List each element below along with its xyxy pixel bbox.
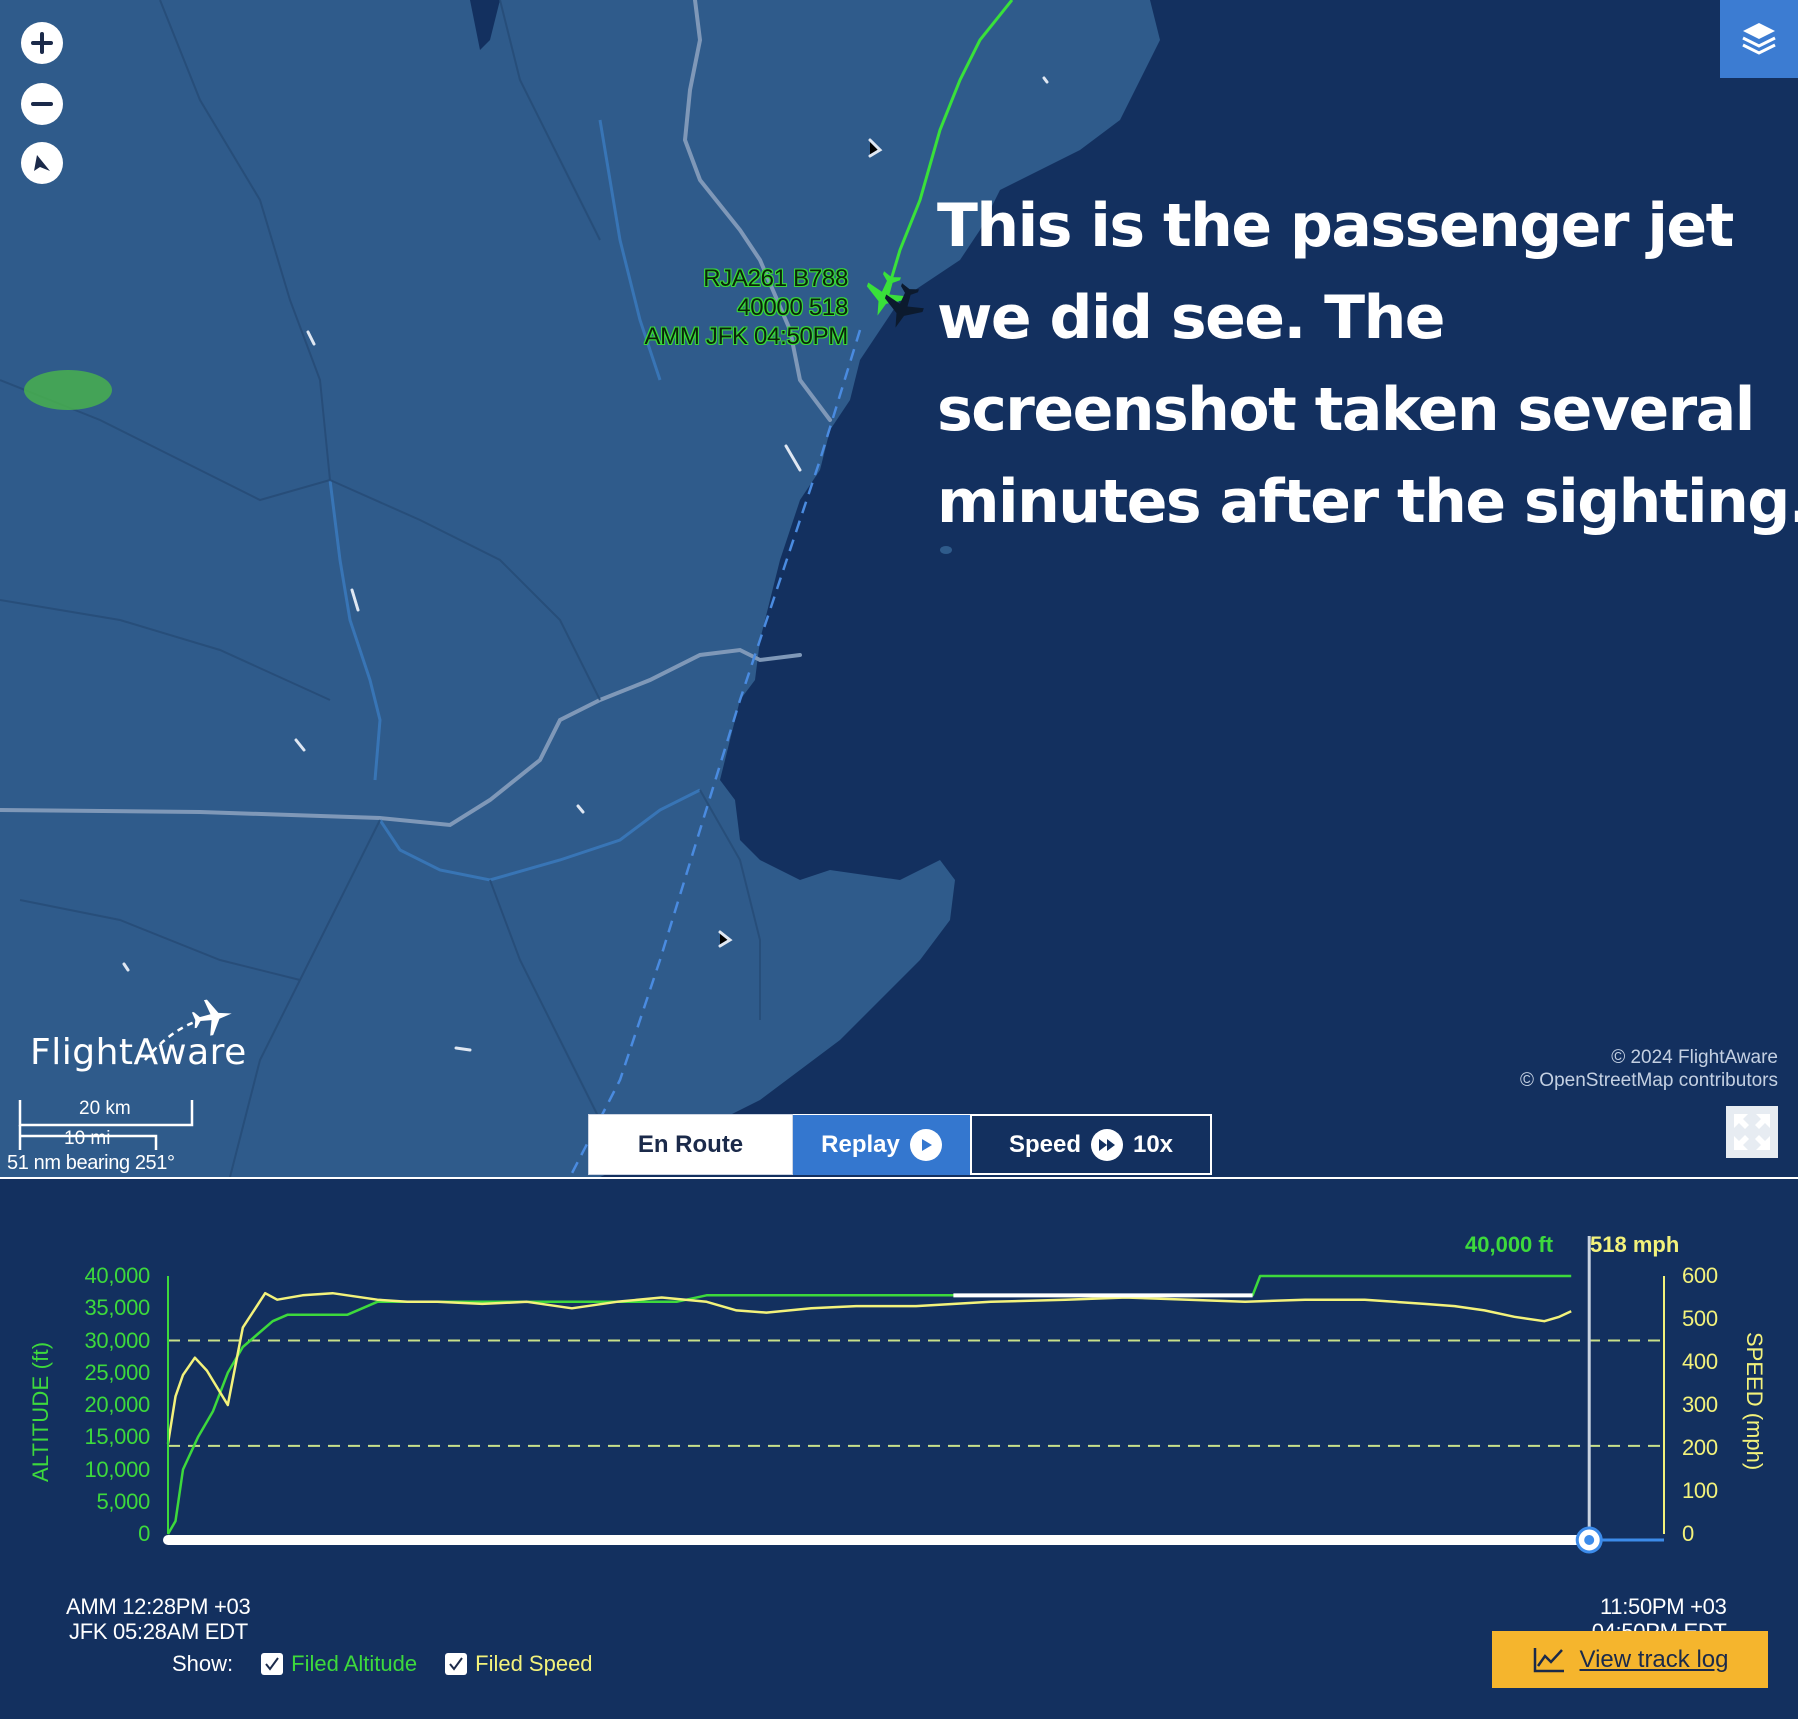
altitude-tick-label: 10,000	[84, 1456, 151, 1482]
annotation-line: screenshot taken several	[937, 375, 1755, 445]
distance-bearing: 51 nm bearing 251°	[7, 1152, 175, 1174]
check-icon	[265, 1657, 279, 1671]
playback-scrubber-dot	[1584, 1535, 1595, 1545]
layers-button[interactable]	[1720, 0, 1798, 78]
scale-km: 20 km	[79, 1098, 131, 1119]
speed-tick-label: 600	[1682, 1263, 1718, 1288]
altitude-tick-label: 25,000	[84, 1359, 151, 1385]
filed-altitude-label[interactable]: Filed Altitude	[291, 1651, 417, 1677]
map-canvas[interactable]	[0, 0, 1798, 1177]
expand-icon	[1734, 1114, 1770, 1150]
tab-replay-label: Replay	[821, 1131, 900, 1158]
flight-callsign-type: RJA261 B788	[703, 265, 848, 292]
map-attribution: © 2024 FlightAware © OpenStreetMap contr…	[1520, 1046, 1778, 1092]
filed-speed-checkbox[interactable]	[445, 1653, 468, 1675]
layers-icon	[1742, 23, 1776, 55]
altitude-speed-graph-panel: 40,000 ft 518 mph 40,000 35,000 30,000 25,0…	[0, 1177, 1798, 1719]
fast-forward-icon	[1090, 1128, 1123, 1161]
altitude-tick-label: 20,000	[84, 1392, 151, 1417]
annotation-line: we did see. The	[937, 283, 1445, 353]
brand-logo: FlightAware	[30, 1032, 247, 1073]
filed-altitude-checkbox[interactable]	[261, 1653, 284, 1675]
altitude-axis-title: ALTITUDE (ft)	[28, 1341, 53, 1482]
filed-speed-label[interactable]: Filed Speed	[475, 1651, 592, 1677]
flight-tracker-screen: RJA261 B788 40000 518 AMM JFK 04:50PM Th…	[0, 0, 1798, 1719]
weather-cell	[24, 370, 112, 410]
annotation-line: This is the passenger jet	[937, 191, 1734, 261]
annotation-text: This is the passenger jet we did see. Th…	[937, 180, 1798, 548]
tab-en-route-label: En Route	[637, 1130, 744, 1158]
flight-map[interactable]: RJA261 B788 40000 518 AMM JFK 04:50PM Th…	[0, 0, 1798, 1177]
current-altitude: 40,000 ft	[1465, 1232, 1554, 1257]
tab-replay[interactable]: Replay	[793, 1114, 970, 1175]
land-area	[0, 0, 1160, 1177]
start-time-origin: AMM 12:28PM +03	[66, 1594, 251, 1619]
fullscreen-button[interactable]	[1726, 1106, 1778, 1158]
check-icon	[449, 1657, 463, 1671]
speed-tick-label: 100	[1682, 1478, 1718, 1503]
altitude-tick-label: 0	[138, 1521, 150, 1546]
flight-altitude-speed: 40000 518	[737, 294, 848, 321]
speed-axis-title: SPEED (mph)	[1742, 1332, 1767, 1471]
tab-en-route[interactable]: En Route	[588, 1114, 793, 1175]
altitude-tick-label: 5,000	[96, 1488, 150, 1514]
altitude-tick-label: 15,000	[84, 1424, 151, 1450]
speed-label: Speed	[1008, 1130, 1081, 1158]
speed-tick-label: 500	[1682, 1306, 1718, 1331]
show-label: Show:	[172, 1651, 234, 1676]
start-time-destination: JFK 05:28AM EDT	[69, 1619, 248, 1644]
speed-tick-label: 400	[1682, 1349, 1718, 1374]
compass-button[interactable]	[21, 142, 63, 184]
copyright-osm[interactable]: © OpenStreetMap contributors	[1520, 1069, 1778, 1092]
speed-value: 10x	[1132, 1130, 1174, 1158]
zoom-in-button[interactable]	[21, 22, 63, 64]
speed-tick-label: 0	[1682, 1521, 1694, 1546]
map-scale: 20 km 10 mi 51 nm bearing 251°	[7, 1096, 212, 1176]
current-speed: 518 mph	[1590, 1232, 1680, 1257]
view-track-log-label: View track log	[1579, 1645, 1729, 1673]
speed-tick-label: 300	[1682, 1392, 1718, 1417]
flight-route-eta: AMM JFK 04:50PM	[644, 323, 848, 350]
compass-icon	[34, 155, 50, 171]
view-track-log-button[interactable]: View track log	[1492, 1631, 1768, 1688]
graph-show-options: Show: Filed Altitude Filed Speed	[172, 1651, 593, 1677]
copyright-flightaware: © 2024 FlightAware	[1611, 1047, 1778, 1068]
line-chart-icon	[1533, 1647, 1564, 1672]
play-icon	[909, 1129, 942, 1161]
flight-info-label[interactable]: RJA261 B788 40000 518 AMM JFK 04:50PM	[644, 264, 848, 351]
plus-icon	[31, 32, 53, 54]
end-time-origin: 11:50PM +03	[1600, 1594, 1727, 1619]
speed-control[interactable]: Speed 10x	[970, 1114, 1212, 1175]
speed-series-line	[166, 1291, 1572, 1444]
altitude-tick-label: 30,000	[84, 1327, 151, 1353]
zoom-out-button[interactable]	[21, 83, 63, 125]
speed-tick-label: 200	[1682, 1435, 1718, 1460]
scale-mi: 10 mi	[64, 1128, 111, 1149]
start-time-label: AMM 12:28PM +03 JFK 05:28AM EDT	[66, 1594, 251, 1644]
altitude-tick-label: 35,000	[84, 1295, 151, 1321]
map-mode-tabs: En Route Replay Speed 10x	[588, 1114, 1212, 1177]
minus-icon	[31, 102, 53, 106]
aircraft-marker	[454, 1046, 472, 1052]
altitude-series-line	[166, 1274, 1572, 1535]
annotation-line: minutes after the sighting.	[937, 467, 1798, 537]
altitude-tick-label: 40,000	[84, 1263, 151, 1288]
